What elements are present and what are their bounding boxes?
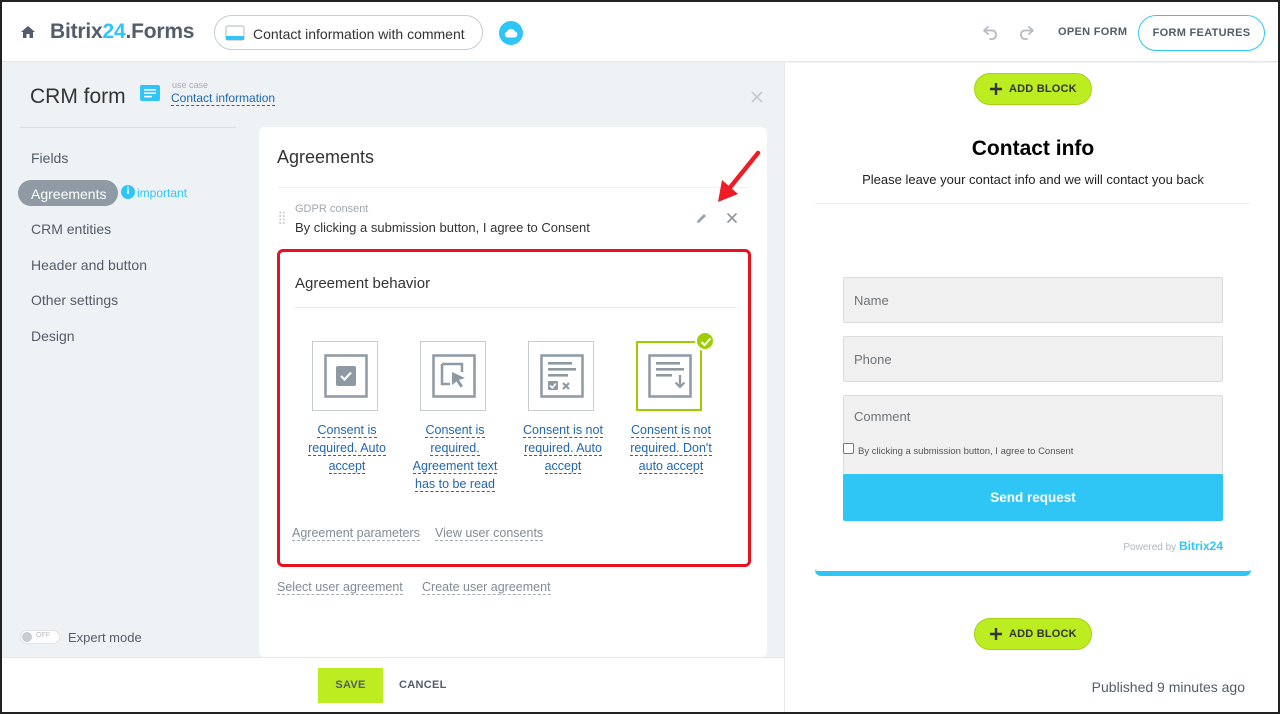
create-user-agreement-link[interactable]: Create user agreement — [422, 580, 551, 595]
agreement-item-label: GDPR consent — [295, 203, 369, 215]
preview-phone-field[interactable]: Phone — [843, 336, 1223, 382]
preview-consent-label: By clicking a submission button, I agree… — [858, 446, 1074, 457]
checked-box-icon — [324, 354, 368, 398]
behavior-title: Agreement behavior — [295, 275, 431, 292]
option-tile[interactable] — [420, 341, 486, 411]
form-preview: Contact info Please leave your contact i… — [815, 123, 1251, 576]
nav-item-other-settings[interactable]: Other settings — [31, 292, 118, 308]
agreements-card: Agreements GDPR consent By clicking a su… — [259, 127, 767, 657]
option-tile[interactable] — [528, 341, 594, 411]
preview-subtitle: Please leave your contact info and we wi… — [862, 172, 1204, 187]
editor-panel: CRM form use case Contact information Fi… — [2, 63, 784, 712]
form-preview-panel: ADD BLOCK Contact info Please leave your… — [784, 63, 1278, 712]
option-label[interactable]: Consent is not required. Don't auto acce… — [617, 421, 725, 475]
cancel-button[interactable]: CANCEL — [399, 668, 447, 703]
plus-icon — [990, 628, 1002, 640]
undo-icon[interactable] — [982, 24, 1000, 40]
form-name: Contact information with comment — [253, 26, 465, 42]
annotation-arrow-icon — [718, 150, 761, 202]
brand-logo: Bitrix24.Forms — [50, 20, 195, 43]
option-tile-selected[interactable] — [636, 341, 702, 411]
document-check-icon — [540, 354, 584, 398]
nav-item-design[interactable]: Design — [31, 328, 75, 344]
preview-title: Contact info — [971, 137, 1095, 160]
important-note[interactable]: important — [137, 186, 187, 200]
option-label[interactable]: Consent is not required. Auto accept — [509, 421, 617, 475]
nav-item-fields[interactable]: Fields — [31, 150, 68, 166]
behavior-divider — [295, 307, 737, 308]
form-features-button[interactable]: FORM FEATURES — [1138, 15, 1265, 51]
cloud-save-button[interactable] — [499, 21, 523, 45]
cursor-box-icon — [432, 354, 476, 398]
open-form-button[interactable]: OPEN FORM — [1058, 26, 1127, 38]
agreement-behavior-panel: Agreement behavior Consent is required. … — [277, 249, 751, 567]
nav-item-agreements-label[interactable]: Agreements — [31, 186, 106, 202]
nav-divider — [20, 127, 236, 128]
powered-by: Powered by Bitrix24 — [1123, 539, 1223, 553]
card-divider — [277, 187, 749, 188]
redo-icon[interactable] — [1017, 24, 1035, 40]
preview-name-field[interactable]: Name — [843, 277, 1223, 323]
selected-check-icon — [695, 331, 715, 351]
toggle-state: OFF — [36, 632, 50, 639]
option-tile[interactable] — [312, 341, 378, 411]
app-window: Bitrix24.Forms Contact information with … — [0, 0, 1280, 714]
use-case-label: use case — [172, 80, 209, 90]
top-bar: Bitrix24.Forms Contact information with … — [2, 2, 1278, 62]
view-user-consents-link[interactable]: View user consents — [435, 526, 544, 541]
save-button[interactable]: SAVE — [318, 668, 383, 703]
expert-mode-label: Expert mode — [68, 630, 142, 645]
add-block-button[interactable]: ADD BLOCK — [974, 73, 1092, 105]
form-document-icon — [225, 25, 245, 41]
close-icon[interactable] — [750, 90, 764, 104]
pencil-icon[interactable] — [695, 212, 708, 225]
agreement-parameters-link[interactable]: Agreement parameters — [292, 526, 420, 541]
drag-handle-icon[interactable] — [279, 211, 285, 225]
plus-icon — [990, 83, 1002, 95]
toggle-knob — [22, 632, 32, 642]
nav-item-header-button[interactable]: Header and button — [31, 257, 147, 273]
add-block-button-bottom[interactable]: ADD BLOCK — [974, 618, 1092, 650]
preview-consent-checkbox[interactable] — [843, 443, 854, 454]
use-case-link[interactable]: Contact information — [171, 91, 276, 106]
expert-mode-toggle[interactable]: OFF — [20, 630, 60, 644]
agreements-title: Agreements — [277, 147, 375, 167]
cloud-icon — [504, 28, 518, 38]
send-request-button[interactable]: Send request — [843, 474, 1223, 521]
preview-divider — [815, 203, 1251, 204]
form-name-field[interactable]: Contact information with comment — [214, 15, 483, 50]
published-status: Published 9 minutes ago — [1091, 679, 1245, 695]
panel-title: CRM form — [30, 85, 126, 108]
select-user-agreement-link[interactable]: Select user agreement — [277, 580, 403, 595]
info-icon[interactable]: i — [121, 185, 135, 199]
option-label[interactable]: Consent is required. Agreement text has … — [401, 421, 509, 493]
agreement-item-text: By clicking a submission button, I agree… — [295, 220, 590, 235]
document-scroll-icon — [648, 354, 692, 398]
use-case-icon — [140, 85, 160, 101]
nav-item-crm-entities[interactable]: CRM entities — [31, 221, 111, 237]
home-icon[interactable] — [20, 24, 36, 40]
footer-bar: SAVE CANCEL — [2, 657, 784, 712]
option-label[interactable]: Consent is required. Auto accept — [293, 421, 401, 475]
delete-icon[interactable] — [726, 212, 738, 224]
